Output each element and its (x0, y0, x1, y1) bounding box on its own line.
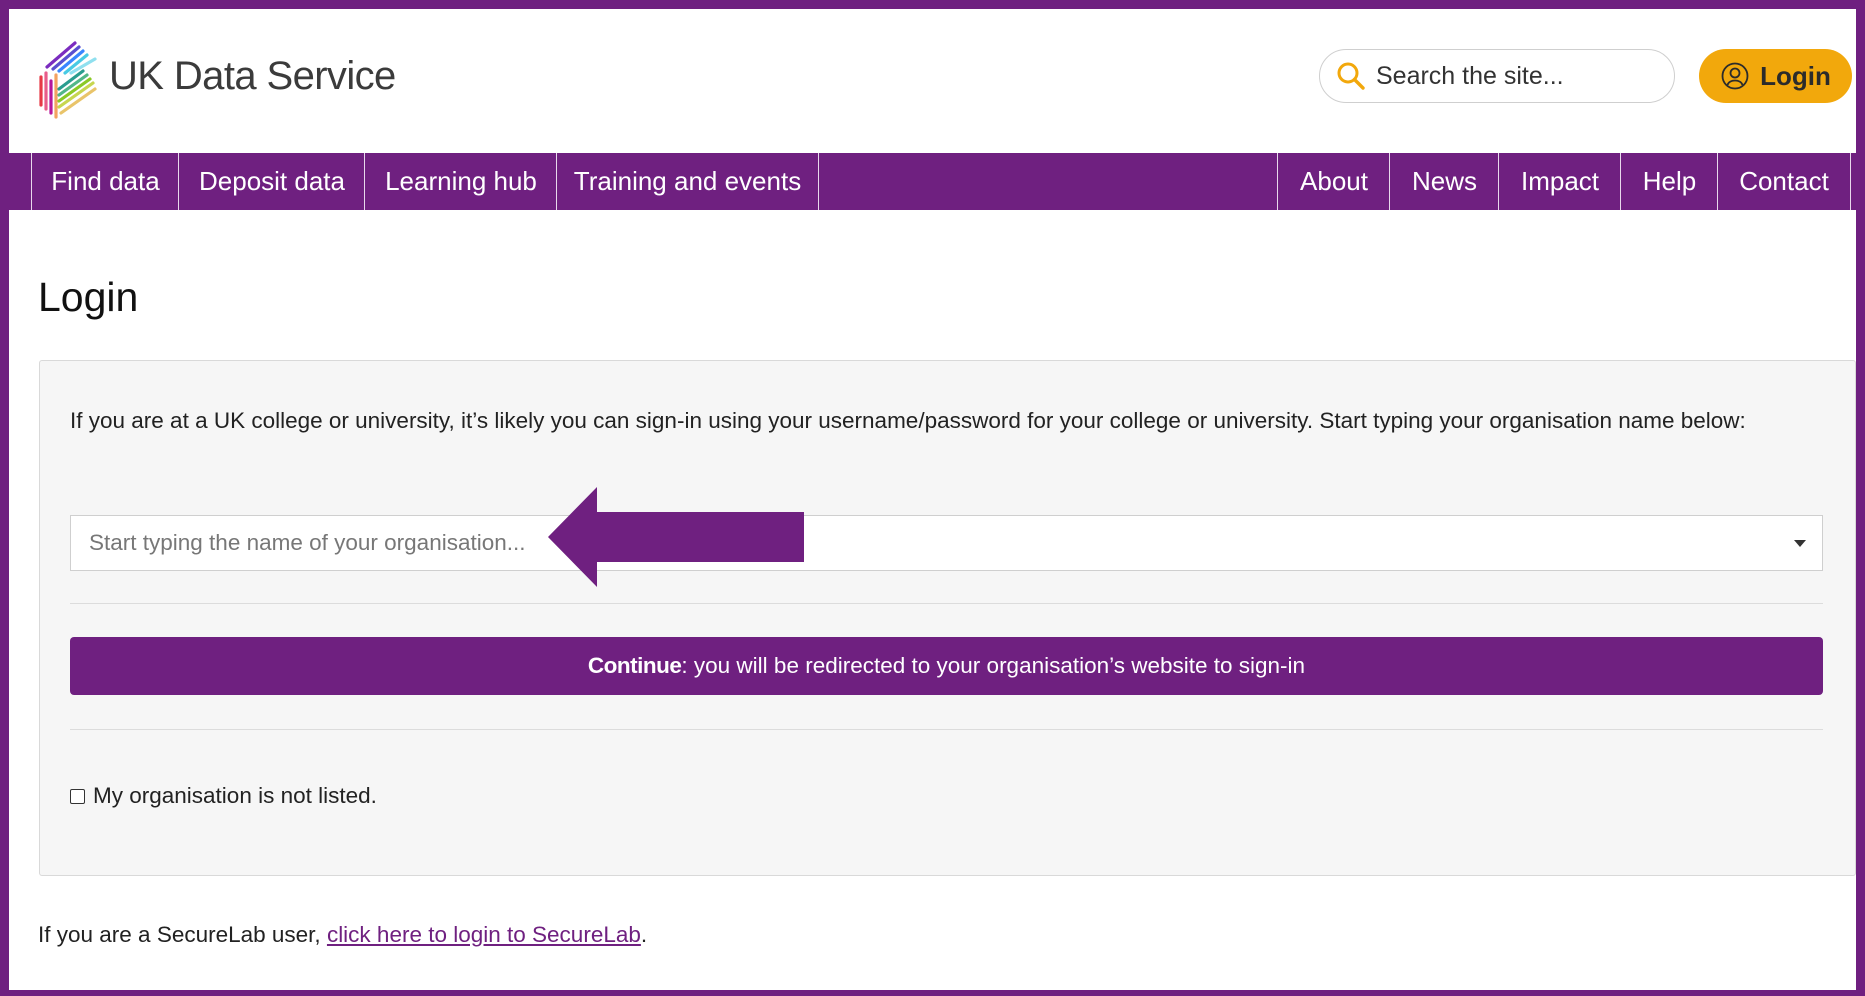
site-logo[interactable]: UK Data Service (35, 33, 396, 119)
organisation-select[interactable]: Start typing the name of your organisati… (70, 515, 1823, 571)
main-nav: Find data Deposit data Learning hub Trai… (9, 153, 1856, 210)
caret-down-icon[interactable] (1794, 540, 1806, 547)
search-icon (1337, 62, 1365, 90)
login-panel: If you are at a UK college or university… (39, 360, 1856, 876)
page-frame: UK Data Service Search the site... Login… (0, 0, 1865, 996)
divider (70, 729, 1823, 730)
nav-training-events[interactable]: Training and events (556, 153, 819, 210)
nav-contact[interactable]: Contact (1717, 153, 1851, 210)
securelab-line: If you are a SecureLab user, click here … (38, 922, 647, 948)
nav-help[interactable]: Help (1620, 153, 1718, 210)
organisation-select-placeholder: Start typing the name of your organisati… (89, 530, 526, 555)
search-box[interactable]: Search the site... (1319, 49, 1675, 103)
logo-text: UK Data Service (109, 53, 396, 98)
continue-button-bold: Continue (587, 653, 682, 678)
securelab-login-link[interactable]: click here to login to SecureLab (327, 922, 641, 947)
not-listed-checkbox[interactable] (70, 788, 85, 804)
nav-deposit-data[interactable]: Deposit data (178, 153, 365, 210)
nav-impact[interactable]: Impact (1498, 153, 1621, 210)
login-button[interactable]: Login (1699, 49, 1852, 103)
not-listed-option[interactable]: My organisation is not listed. (70, 783, 377, 809)
intro-text: If you are at a UK college or university… (70, 408, 1746, 433)
search-input[interactable]: Search the site... (1376, 62, 1564, 91)
not-listed-label: My organisation is not listed. (93, 783, 377, 808)
nav-about[interactable]: About (1277, 153, 1390, 210)
securelab-prefix: If you are a SecureLab user, (38, 922, 327, 947)
continue-button-text: : you will be redirected to your organis… (681, 653, 1306, 678)
page-title: Login (38, 274, 139, 320)
securelab-suffix: . (640, 922, 648, 947)
divider (70, 603, 1823, 604)
nav-news[interactable]: News (1389, 153, 1499, 210)
uk-data-service-logo-icon (39, 41, 97, 119)
continue-button[interactable]: Continue: you will be redirected to your… (70, 637, 1823, 695)
site-header: UK Data Service Search the site... Login (9, 9, 1856, 153)
nav-learning-hub[interactable]: Learning hub (364, 153, 557, 210)
login-button-label: Login (1760, 60, 1831, 91)
left-arrow-annotation-icon (548, 487, 804, 587)
nav-find-data[interactable]: Find data (31, 153, 179, 210)
user-circle-icon (1721, 62, 1749, 90)
